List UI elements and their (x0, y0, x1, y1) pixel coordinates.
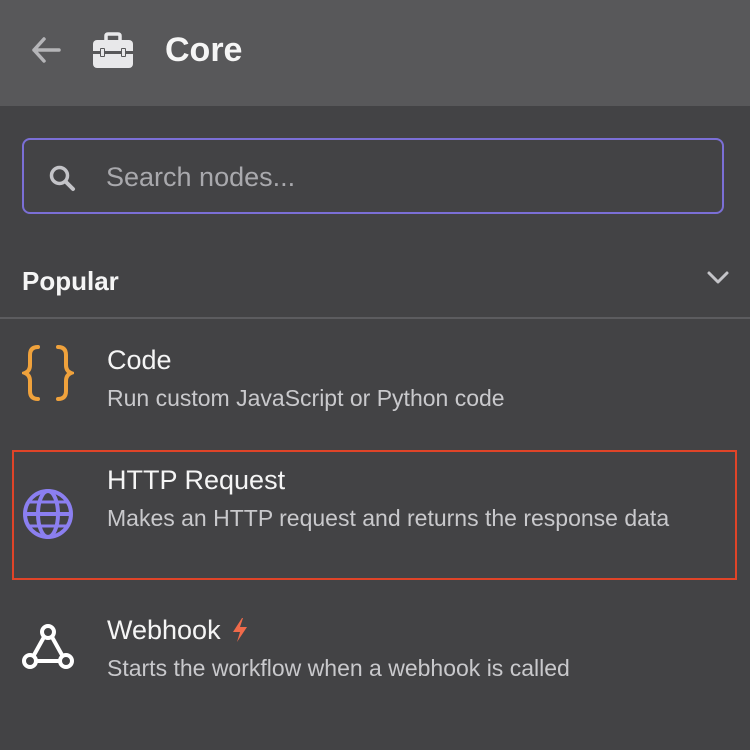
node-title: Webhook (107, 615, 221, 645)
node-panel: Core Popular Code Run custom JavaScript … (0, 0, 750, 750)
node-description: Run custom JavaScript or Python code (107, 385, 505, 411)
code-braces-icon (20, 345, 76, 401)
section-title-popular: Popular (22, 266, 119, 296)
chevron-down-icon[interactable] (704, 266, 732, 290)
search-input[interactable] (104, 140, 708, 214)
node-description: Starts the workflow when a webhook is ca… (107, 655, 570, 681)
back-button[interactable] (26, 30, 66, 70)
page-title: Core (165, 31, 243, 69)
panel-header: Core (0, 0, 750, 106)
node-item-code[interactable]: Code Run custom JavaScript or Python cod… (0, 335, 750, 430)
search-icon (49, 165, 75, 191)
node-item-webhook[interactable]: Webhook Starts the workflow when a webho… (0, 605, 750, 700)
arrow-left-icon (32, 37, 61, 63)
webhook-icon (20, 619, 76, 675)
toolbox-icon (88, 26, 138, 76)
bolt-icon (232, 618, 247, 642)
divider (0, 317, 750, 319)
globe-icon (20, 486, 76, 542)
node-item-http-request[interactable]: HTTP Request Makes an HTTP request and r… (0, 450, 750, 580)
node-title-row: Webhook (107, 613, 249, 647)
node-title: Code (107, 345, 172, 375)
node-description: Makes an HTTP request and returns the re… (107, 505, 670, 531)
node-title: HTTP Request (107, 465, 286, 495)
search-box[interactable] (22, 138, 724, 214)
